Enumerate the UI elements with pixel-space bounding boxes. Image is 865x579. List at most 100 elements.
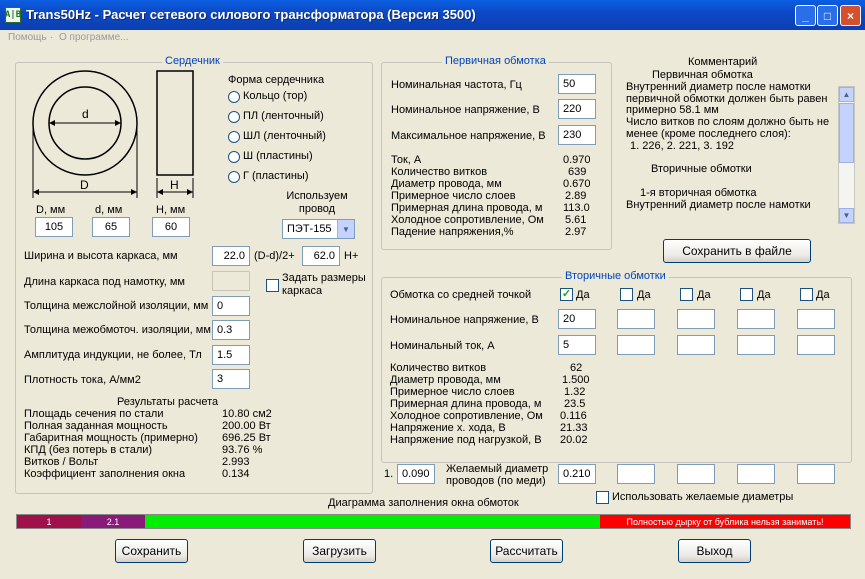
primary-row: Холодное сопротивление, Ом 5.61: [391, 214, 587, 226]
comment-scrollbar[interactable]: ▲ ▼: [838, 86, 855, 224]
minimize-button[interactable]: _: [795, 5, 816, 26]
secondary-volt-input-2[interactable]: [677, 309, 715, 329]
wire-select-value: ПЭТ-155: [287, 223, 332, 235]
secondary-volt-input-4[interactable]: [797, 309, 835, 329]
secondary-volt-input-3[interactable]: [737, 309, 775, 329]
comment-title: Комментарий: [688, 56, 758, 68]
primary-wish-input[interactable]: 0.090: [397, 464, 435, 484]
h-input[interactable]: 60: [152, 217, 190, 237]
set-frame-label[interactable]: Задать размеры каркаса: [282, 272, 372, 298]
d-outer-label: D: [80, 178, 89, 192]
induction-input[interactable]: 1.5: [212, 345, 250, 365]
center-tap-yes-2[interactable]: Да: [697, 289, 711, 301]
wish-input-1[interactable]: [617, 464, 655, 484]
secondary-current-input-1[interactable]: [617, 335, 655, 355]
shape-radio-1[interactable]: [228, 111, 240, 123]
frame-height-input[interactable]: 62.0: [302, 246, 340, 266]
frame-width-input[interactable]: 22.0: [212, 246, 250, 266]
secondary-current-input-3[interactable]: [737, 335, 775, 355]
dim-label-d-inner: d, мм: [95, 204, 123, 216]
d-outer-input[interactable]: 105: [35, 217, 73, 237]
maximize-button[interactable]: □: [817, 5, 838, 26]
current-density-input[interactable]: 3: [212, 369, 250, 389]
shape-label-2[interactable]: ШЛ (ленточный): [243, 130, 326, 142]
wish-input-0[interactable]: 0.210: [558, 464, 596, 484]
secondary-row: Холодное сопротивление, Ом 0.116: [390, 410, 587, 422]
fill-diagram-bar: 1 2.1 Полностью дырку от бублика нельзя за…: [16, 514, 851, 529]
secondary-current-input-0[interactable]: 5: [558, 335, 596, 355]
shape-radio-0[interactable]: [228, 91, 240, 103]
frame-length-input[interactable]: [212, 271, 250, 291]
center-tap-yes-0[interactable]: Да: [576, 289, 590, 301]
use-wish-label[interactable]: Использовать желаемые диаметры: [612, 491, 793, 503]
menu-help[interactable]: Помощь: [8, 32, 47, 43]
secondary-current-input-4[interactable]: [797, 335, 835, 355]
primary-row: Падение напряжения,% 2.97: [391, 226, 587, 238]
secondary-volt-input-0[interactable]: 20: [558, 309, 596, 329]
results-title: Результаты расчета: [117, 396, 219, 408]
center-tap-checkbox-1[interactable]: [620, 288, 633, 301]
shape-label-3[interactable]: Ш (пластины): [243, 150, 313, 162]
center-tap-yes-1[interactable]: Да: [637, 289, 651, 301]
primary-row: Ток, А 0.970: [391, 154, 591, 166]
interlayer-input[interactable]: 0: [212, 296, 250, 316]
secondary-current-input-2[interactable]: [677, 335, 715, 355]
h-label: H: [170, 178, 179, 192]
center-tap-checkbox-3[interactable]: [740, 288, 753, 301]
primary-volt-input[interactable]: 220: [558, 99, 596, 119]
save-file-button[interactable]: Сохранить в файле: [663, 239, 811, 263]
secondary-current-label: Номинальный ток, А: [390, 340, 495, 352]
primary-maxvolt-input[interactable]: 230: [558, 125, 596, 145]
result-row: Коэффициент заполнения окна 0.134: [24, 468, 250, 480]
center-tap-checkbox-4[interactable]: [800, 288, 813, 301]
scroll-down-icon[interactable]: ▼: [839, 208, 854, 223]
load-button[interactable]: Загрузить: [303, 539, 376, 563]
shape-label-1[interactable]: ПЛ (ленточный): [243, 110, 324, 122]
shape-radio-2[interactable]: [228, 131, 240, 143]
wire-select[interactable]: ПЭТ-155 ▼: [282, 219, 355, 239]
exit-button[interactable]: Выход: [678, 539, 751, 563]
primary-wish-prefix: 1.: [384, 468, 394, 480]
center-tap-yes-4[interactable]: Да: [816, 289, 830, 301]
interwinding-label: Толщина межобмоточ. изоляции, мм: [24, 324, 211, 336]
save-button[interactable]: Сохранить: [115, 539, 188, 563]
freq-input[interactable]: 50: [558, 74, 596, 94]
primary-volt-label: Номинальное напряжение, В: [391, 104, 540, 116]
induction-label: Амплитуда индукции, не более, Тл: [24, 349, 202, 361]
secondary-volt-label: Номинальное напряжение, В: [390, 314, 539, 326]
center-tap-yes-3[interactable]: Да: [757, 289, 771, 301]
chevron-down-icon[interactable]: ▼: [337, 220, 354, 238]
scroll-thumb[interactable]: [839, 103, 854, 163]
result-row: Площадь сечения по стали 10.80 см2: [24, 408, 272, 420]
fill-segment-3: Полностью дырку от бублика нельзя занима…: [600, 515, 850, 528]
frame-formula: (D-d)/2+: [254, 250, 295, 262]
center-tap-checkbox-2[interactable]: [680, 288, 693, 301]
primary-legend: Первичная обмотка: [442, 55, 549, 67]
wish-input-2[interactable]: [677, 464, 715, 484]
close-button[interactable]: ×: [840, 5, 861, 26]
result-row: КПД (без потерь в стали) 93.76 %: [24, 444, 263, 456]
center-tap-checkbox-0[interactable]: ✓: [560, 288, 573, 301]
d-inner-input[interactable]: 65: [92, 217, 130, 237]
secondary-row: Напряжение х. хода, В 21.33: [390, 422, 588, 434]
wish-input-3[interactable]: [737, 464, 775, 484]
primary-row: Диаметр провода, мм 0.670: [391, 178, 591, 190]
shape-label-0[interactable]: Кольцо (тор): [243, 90, 307, 102]
app-icon: A|B: [5, 7, 21, 23]
use-wish-checkbox[interactable]: [596, 491, 609, 504]
set-frame-checkbox[interactable]: [266, 279, 279, 292]
comment-text[interactable]: Первичная обмотка Внутренний диаметр пос…: [626, 70, 836, 224]
scroll-up-icon[interactable]: ▲: [839, 87, 854, 102]
title-bar[interactable]: A|B Trans50Hz - Расчет сетевого силового…: [0, 0, 865, 30]
secondary-volt-input-1[interactable]: [617, 309, 655, 329]
calculate-button[interactable]: Рассчитать: [490, 539, 563, 563]
shape-radio-4[interactable]: [228, 171, 240, 183]
primary-results: Ток, А 0.970 Количество витков 639 Диаметр…: [391, 154, 591, 238]
menu-about[interactable]: О программе...: [59, 32, 129, 43]
shape-label-4[interactable]: Г (пластины): [243, 170, 309, 182]
d-inner-label: d: [82, 107, 89, 121]
fill-diagram-title: Диаграмма заполнения окна обмоток: [328, 497, 519, 509]
shape-radio-3[interactable]: [228, 151, 240, 163]
interwinding-input[interactable]: 0.3: [212, 320, 250, 340]
wish-input-4[interactable]: [797, 464, 835, 484]
